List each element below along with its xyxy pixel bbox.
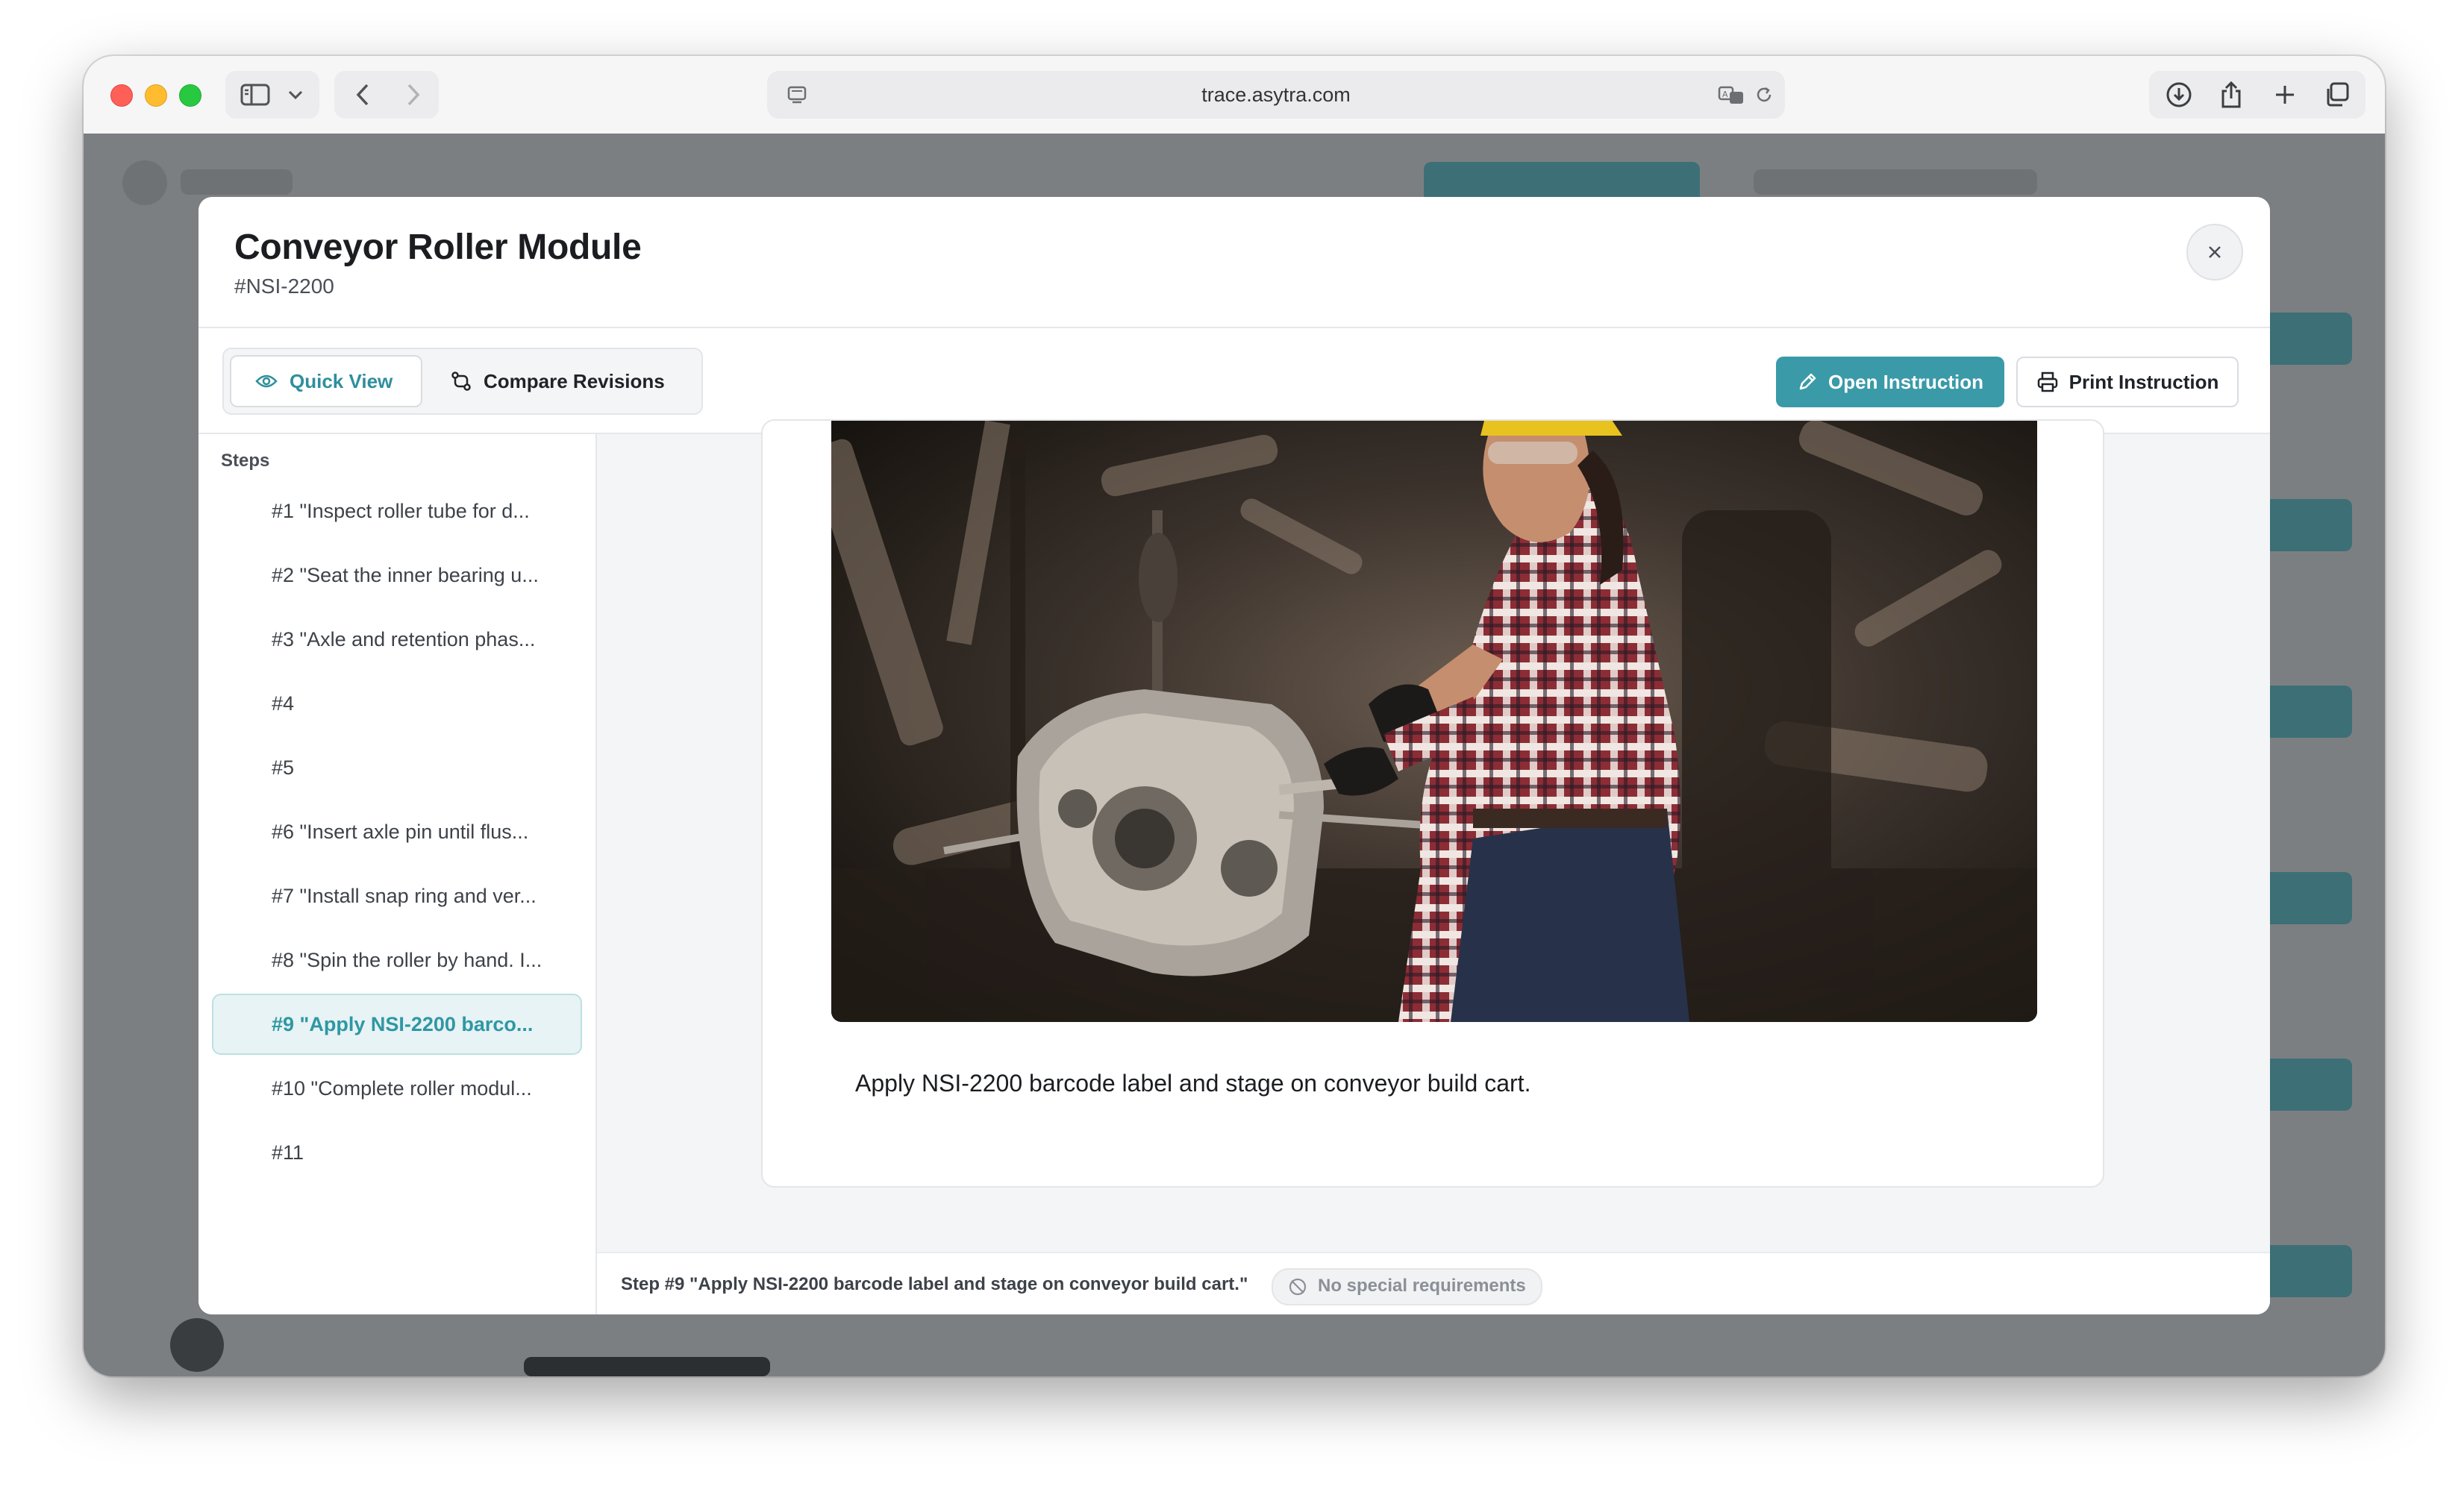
translate-icon[interactable]: A [1716,74,1746,116]
minimize-window-button[interactable] [145,84,167,107]
tab-compare-revisions[interactable]: Compare Revisions [428,355,691,407]
background-placeholder [1754,169,2037,195]
print-instruction-button[interactable]: Print Instruction [2016,357,2239,407]
modal-toolbar: Quick View Compare Revisions Open Instru… [198,328,2270,434]
step-photo [831,421,2037,1022]
zoom-window-button[interactable] [179,84,201,107]
step-caption: Apply NSI-2200 barcode label and stage o… [855,1070,1531,1097]
step-item[interactable]: #11 [212,1122,582,1183]
step-item[interactable]: #8 "Spin the roller by hand. I... [212,929,582,991]
print-instruction-label: Print Instruction [2069,370,2219,393]
instruction-modal: Conveyor Roller Module #NSI-2200 Quick V… [198,197,2270,1314]
browser-toolbar: trace.asytra.com A [84,56,2385,135]
tabs-overview-icon[interactable] [2315,74,2360,116]
chevron-down-icon[interactable] [281,74,310,116]
address-bar[interactable]: trace.asytra.com A [767,71,1785,119]
share-icon[interactable] [2209,74,2254,116]
close-window-button[interactable] [110,84,133,107]
step-item[interactable]: #5 [212,737,582,798]
step-item[interactable]: #6 "Insert axle pin until flus... [212,801,582,862]
back-icon[interactable] [340,74,385,116]
open-instruction-label: Open Instruction [1828,370,1983,393]
step-footer: Step #9 "Apply NSI-2200 barcode label an… [597,1252,2270,1314]
pencil-icon [1799,373,1816,390]
url-text: trace.asytra.com [1201,84,1351,106]
modal-header: Conveyor Roller Module #NSI-2200 [198,197,2270,328]
close-icon [2209,246,2221,258]
step-item[interactable]: #7 "Install snap ring and ver... [212,865,582,927]
current-step-text: Step #9 "Apply NSI-2200 barcode label an… [621,1274,1248,1294]
new-tab-icon[interactable] [2263,74,2307,116]
printer-icon [2037,372,2057,392]
tab-quick-view-label: Quick View [290,369,393,392]
step-item[interactable]: #1 "Inspect roller tube for d... [212,480,582,542]
requirements-badge-label: No special requirements [1318,1276,1526,1296]
view-mode-tabs: Quick View Compare Revisions [222,348,703,415]
modal-title: Conveyor Roller Module [234,228,642,267]
step-item[interactable]: #2 "Seat the inner bearing u... [212,545,582,606]
tab-quick-view[interactable]: Quick View [230,355,422,407]
step-item[interactable]: #10 "Complete roller modul... [212,1058,582,1119]
part-number: #NSI-2200 [234,275,334,298]
background-logo [122,160,167,205]
browser-window: trace.asytra.com A Conveyor Roller Modul… [84,56,2385,1376]
steps-sidebar: Steps #1 "Inspect roller tube for d... #… [198,434,597,1314]
step-card: Apply NSI-2200 barcode label and stage o… [761,419,2104,1188]
no-requirements-icon [1289,1278,1307,1296]
git-compare-icon [451,372,471,391]
requirements-badge: No special requirements [1272,1268,1542,1305]
background-placeholder [181,169,293,195]
svg-text:A: A [1722,90,1728,99]
download-icon[interactable] [2157,74,2201,116]
sidebar-icon[interactable] [237,74,273,116]
reload-icon[interactable] [1751,74,1777,116]
step-item[interactable]: #4 [212,673,582,734]
eye-icon [255,374,278,388]
step-item-active[interactable]: #9 "Apply NSI-2200 barco... [212,994,582,1055]
step-item[interactable]: #3 "Axle and retention phas... [212,609,582,670]
background-avatar [170,1318,224,1372]
background-placeholder [524,1357,770,1376]
open-instruction-button[interactable]: Open Instruction [1776,357,2004,407]
forward-icon[interactable] [391,74,436,116]
tab-compare-revisions-label: Compare Revisions [484,369,665,392]
close-modal-button[interactable] [2186,224,2243,280]
step-content-area[interactable]: Apply NSI-2200 barcode label and stage o… [597,419,2270,1314]
steps-heading: Steps [221,451,270,471]
